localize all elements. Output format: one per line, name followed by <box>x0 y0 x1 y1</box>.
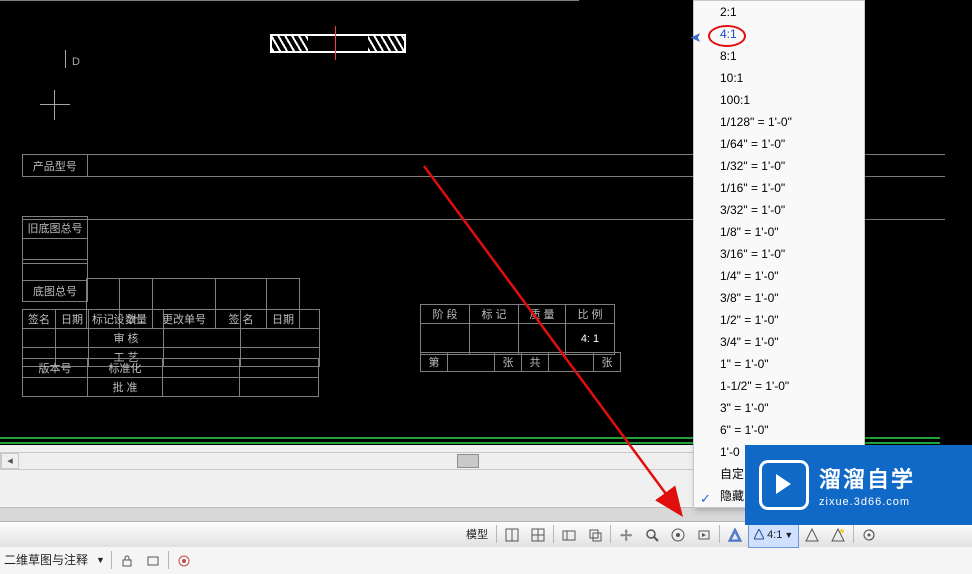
field-old-drawing-no: 旧底图总号 <box>22 216 88 264</box>
zoom-icon[interactable] <box>639 523 665 548</box>
scale-option[interactable]: 2:1 <box>694 1 864 23</box>
annotation-scale-value: 4:1 <box>767 529 782 541</box>
page-count-block: 第 张 共 张 <box>420 352 621 372</box>
scale-option[interactable]: 1" = 1'-0" <box>694 353 864 375</box>
axis-label-d: D <box>72 56 80 68</box>
grid-panes-2-icon[interactable] <box>525 523 551 548</box>
field-base-drawing-no: 底图总号 <box>22 259 88 302</box>
red-marker-tick <box>335 26 336 60</box>
chevron-down-icon[interactable]: ▼ <box>92 548 109 573</box>
scale-option[interactable]: 3/32" = 1'-0" <box>694 199 864 221</box>
crosshair-horizontal <box>40 104 70 105</box>
scale-option[interactable]: 1/128" = 1'-0" <box>694 111 864 133</box>
scale-option[interactable]: 10:1 <box>694 67 864 89</box>
model-space-button[interactable]: 模型 <box>460 523 494 548</box>
annotation-scale-button[interactable]: 4:1▼ <box>748 523 799 548</box>
quick-view-drawings-icon[interactable] <box>582 523 608 548</box>
watermark-brand: 溜溜自学 <box>819 462 915 494</box>
scale-option[interactable]: 1/2" = 1'-0" <box>694 309 864 331</box>
scale-option[interactable]: 3/8" = 1'-0" <box>694 287 864 309</box>
pan-icon[interactable] <box>613 523 639 548</box>
hatch-right <box>368 36 404 51</box>
hatch-left <box>272 36 308 51</box>
scale-option[interactable]: 3/4" = 1'-0" <box>694 331 864 353</box>
chevron-down-icon: ▼ <box>784 530 793 540</box>
checkmark-icon: ✓ <box>700 488 711 510</box>
canvas-right-strip <box>945 0 972 445</box>
isolate-objects-icon[interactable] <box>171 549 197 574</box>
watermark-url: zixue.3d66.com <box>819 496 915 508</box>
scale-option[interactable]: 8:1 <box>694 45 864 67</box>
scroll-thumb[interactable] <box>457 454 479 468</box>
scale-option[interactable]: 1/4" = 1'-0" <box>694 265 864 287</box>
scale-option[interactable]: 100:1 <box>694 89 864 111</box>
version-block: 版本号 标准化 批 准 <box>22 358 319 397</box>
grid-panes-icon[interactable] <box>499 523 525 548</box>
scale-option[interactable]: 3" = 1'-0" <box>694 397 864 419</box>
crosshair-vertical <box>54 90 55 120</box>
axis-tick <box>65 50 66 68</box>
quick-view-layouts-icon[interactable] <box>556 523 582 548</box>
watermark-logo: 溜溜自学 zixue.3d66.com <box>745 445 972 525</box>
drawn-object-bar <box>270 34 406 53</box>
scale-option[interactable]: 1/64" = 1'-0" <box>694 133 864 155</box>
scale-option[interactable]: 1/32" = 1'-0" <box>694 155 864 177</box>
workspace-switching-icon[interactable] <box>856 523 882 548</box>
annotation-scale-icon[interactable] <box>722 523 748 548</box>
showmotion-icon[interactable] <box>691 523 717 548</box>
play-icon <box>759 460 809 510</box>
steering-wheel-icon[interactable] <box>665 523 691 548</box>
annotation-autoscale-icon[interactable] <box>825 523 851 548</box>
scale-option[interactable]: 4:1➤ <box>694 23 864 45</box>
annotation-scale-popup[interactable]: 2:14:1➤8:110:1100:11/128" = 1'-0"1/64" =… <box>693 0 865 508</box>
scroll-left-icon[interactable]: ◂ <box>1 453 19 469</box>
scale-option[interactable]: 1-1/2" = 1'-0" <box>694 375 864 397</box>
workspace-label[interactable]: 二维草图与注释 <box>0 548 92 573</box>
hardware-accel-icon[interactable] <box>140 549 166 574</box>
annotation-visibility-icon[interactable] <box>799 523 825 548</box>
scale-option[interactable]: 1/16" = 1'-0" <box>694 177 864 199</box>
scale-option[interactable]: 6" = 1'-0" <box>694 419 864 441</box>
scale-option[interactable]: 1/8" = 1'-0" <box>694 221 864 243</box>
lock-icon[interactable] <box>114 549 140 574</box>
ratio-block: 阶 段 标 记 质 量 比 例 4: 1 <box>420 304 615 355</box>
scale-option[interactable]: 3/16" = 1'-0" <box>694 243 864 265</box>
ratio-value: 4: 1 <box>566 324 615 355</box>
